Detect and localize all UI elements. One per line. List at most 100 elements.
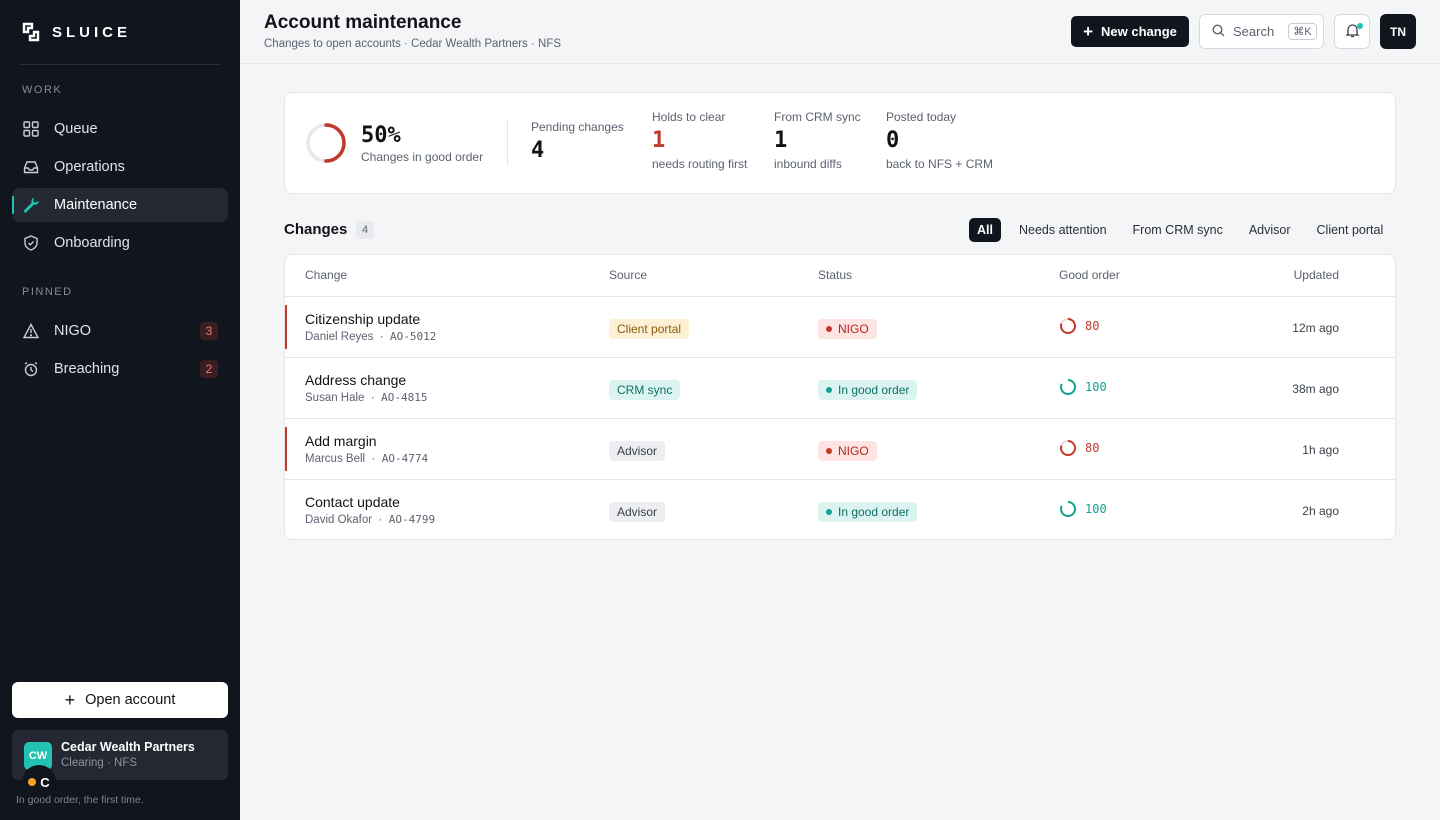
sidebar-item-onboarding[interactable]: Onboarding [12,226,228,260]
notifications-button[interactable] [1334,14,1370,49]
sidebar-divider [20,64,220,65]
user-avatar[interactable]: TN [1380,14,1416,49]
search-button[interactable]: Search ⌘K [1199,14,1324,49]
good-order-percent: 50% [361,123,401,148]
change-meta: Marcus Bell · AO-4774 [305,452,429,465]
column-header-source[interactable]: Source [609,268,647,282]
changes-title: Changes [284,221,348,238]
score-value: 100 [1085,380,1107,394]
filter-needs-attention[interactable]: Needs attention [1011,218,1115,242]
score-ring-icon [1060,318,1076,334]
filter-from-crm-sync[interactable]: From CRM sync [1125,218,1231,242]
org-subtitle: Clearing · NFS [61,757,138,769]
status-dot [826,326,832,332]
change-person: Susan Hale [305,392,365,404]
table-row[interactable]: Citizenship update Daniel Reyes · AO-501… [285,297,1395,358]
status-badge: NIGO [818,441,877,461]
good-order-label: Changes in good order [361,150,484,164]
change-title: Citizenship update [305,311,421,327]
top-header: Account maintenance Changes to open acco… [240,0,1440,64]
column-header-change[interactable]: Change [305,268,347,282]
change-person: David Okafor [305,514,373,526]
wrench-icon [22,196,40,214]
breaching-count-badge: 2 [200,360,218,378]
status-badge: In good order [818,502,918,522]
change-title: Address change [305,372,407,388]
stats-divider [507,120,508,166]
score-ring-icon [1060,440,1076,456]
stat-note: needs routing first [652,157,748,171]
stat-holds-to-clear: Holds to clear 1 needs routing first [652,110,747,171]
open-account-button[interactable]: + Open account [12,682,228,718]
sidebar-item-maintenance[interactable]: Maintenance [12,188,228,222]
status-badge: In good order [818,380,918,400]
new-change-button[interactable]: + New change [1071,16,1189,47]
change-title: Contact update [305,494,400,510]
change-id: AO-5012 [390,330,437,343]
search-label: Search [1233,24,1275,39]
status-label: NIGO [838,322,869,336]
sidebar: SLUICE WORK Queue Operations Maintenance… [0,0,240,820]
brand-name: SLUICE [52,23,132,41]
stat-pending-changes: Pending changes 4 [531,120,624,163]
change-person: Marcus Bell [305,453,366,465]
sidebar-item-label: Breaching [54,361,120,377]
change-id: AO-4799 [388,513,436,526]
grid-icon [22,120,40,138]
column-header-good-order[interactable]: Good order [1059,268,1120,282]
good-order-score: 80 [1059,317,1099,335]
sidebar-item-breaching[interactable]: Breaching 2 [12,352,228,386]
good-order-score: 100 [1059,500,1107,518]
good-order-score: 80 [1059,439,1099,457]
sidebar-item-label: Maintenance [54,197,138,213]
filter-all[interactable]: All [969,218,1001,242]
tagline: In good order, the first time. [16,794,144,806]
plus-icon: + [1083,22,1094,41]
updated-time: 2h ago [1302,504,1339,518]
source-badge: Client portal [609,319,690,339]
notification-dot [1357,23,1363,29]
stat-from-crm-sync: From CRM sync 1 inbound diffs [774,110,861,171]
column-header-updated[interactable]: Updated [1294,268,1339,282]
sidebar-item-label: Queue [54,121,98,137]
change-id: AO-4815 [381,391,428,404]
search-shortcut: ⌘K [1288,23,1317,40]
filter-advisor[interactable]: Advisor [1241,218,1299,242]
table-row[interactable]: Contact update David Okafor · AO-4799 Ad… [285,480,1395,539]
sidebar-item-nigo[interactable]: NIGO 3 [12,314,228,348]
open-account-label: Open account [85,692,176,708]
filter-client-portal[interactable]: Client portal [1309,218,1392,242]
page-title: Account maintenance [264,12,462,33]
pinned-heading: PINNED [22,286,73,298]
stat-label: Posted today [886,110,957,124]
stat-label: From CRM sync [774,110,861,124]
table-row[interactable]: Add margin Marcus Bell · AO-4774 Advisor… [285,419,1395,480]
page-subtitle: Changes to open accounts · Cedar Wealth … [264,38,562,50]
updated-time: 1h ago [1302,443,1339,457]
column-header-status[interactable]: Status [818,268,852,282]
score-value: 80 [1085,441,1100,455]
plus-icon: + [64,690,76,710]
status-dot [28,778,37,786]
change-meta: David Okafor · AO-4799 [305,513,436,526]
source-badge: CRM sync [609,380,681,400]
sidebar-item-label: NIGO [54,323,92,339]
change-meta: Daniel Reyes · AO-5012 [305,330,437,343]
warning-icon [22,322,40,340]
new-change-label: New change [1101,24,1177,39]
table-row[interactable]: Address change Susan Hale · AO-4815 CRM … [285,358,1395,419]
stat-note: inbound diffs [774,157,842,171]
stat-value: 0 [886,128,900,153]
sidebar-item-operations[interactable]: Operations [12,150,228,184]
status-label: NIGO [838,444,869,458]
stat-note: back to NFS + CRM [886,157,994,171]
sidebar-item-queue[interactable]: Queue [12,112,228,146]
updated-time: 12m ago [1292,321,1339,335]
score-value: 80 [1085,319,1100,333]
shield-check-icon [22,234,40,252]
stat-value: 1 [774,128,788,153]
brand-logo[interactable]: SLUICE [22,22,131,42]
changes-table: Change Source Status Good order Updated … [284,254,1396,540]
status-label: In good order [838,505,910,519]
score-ring-icon [1060,379,1076,395]
